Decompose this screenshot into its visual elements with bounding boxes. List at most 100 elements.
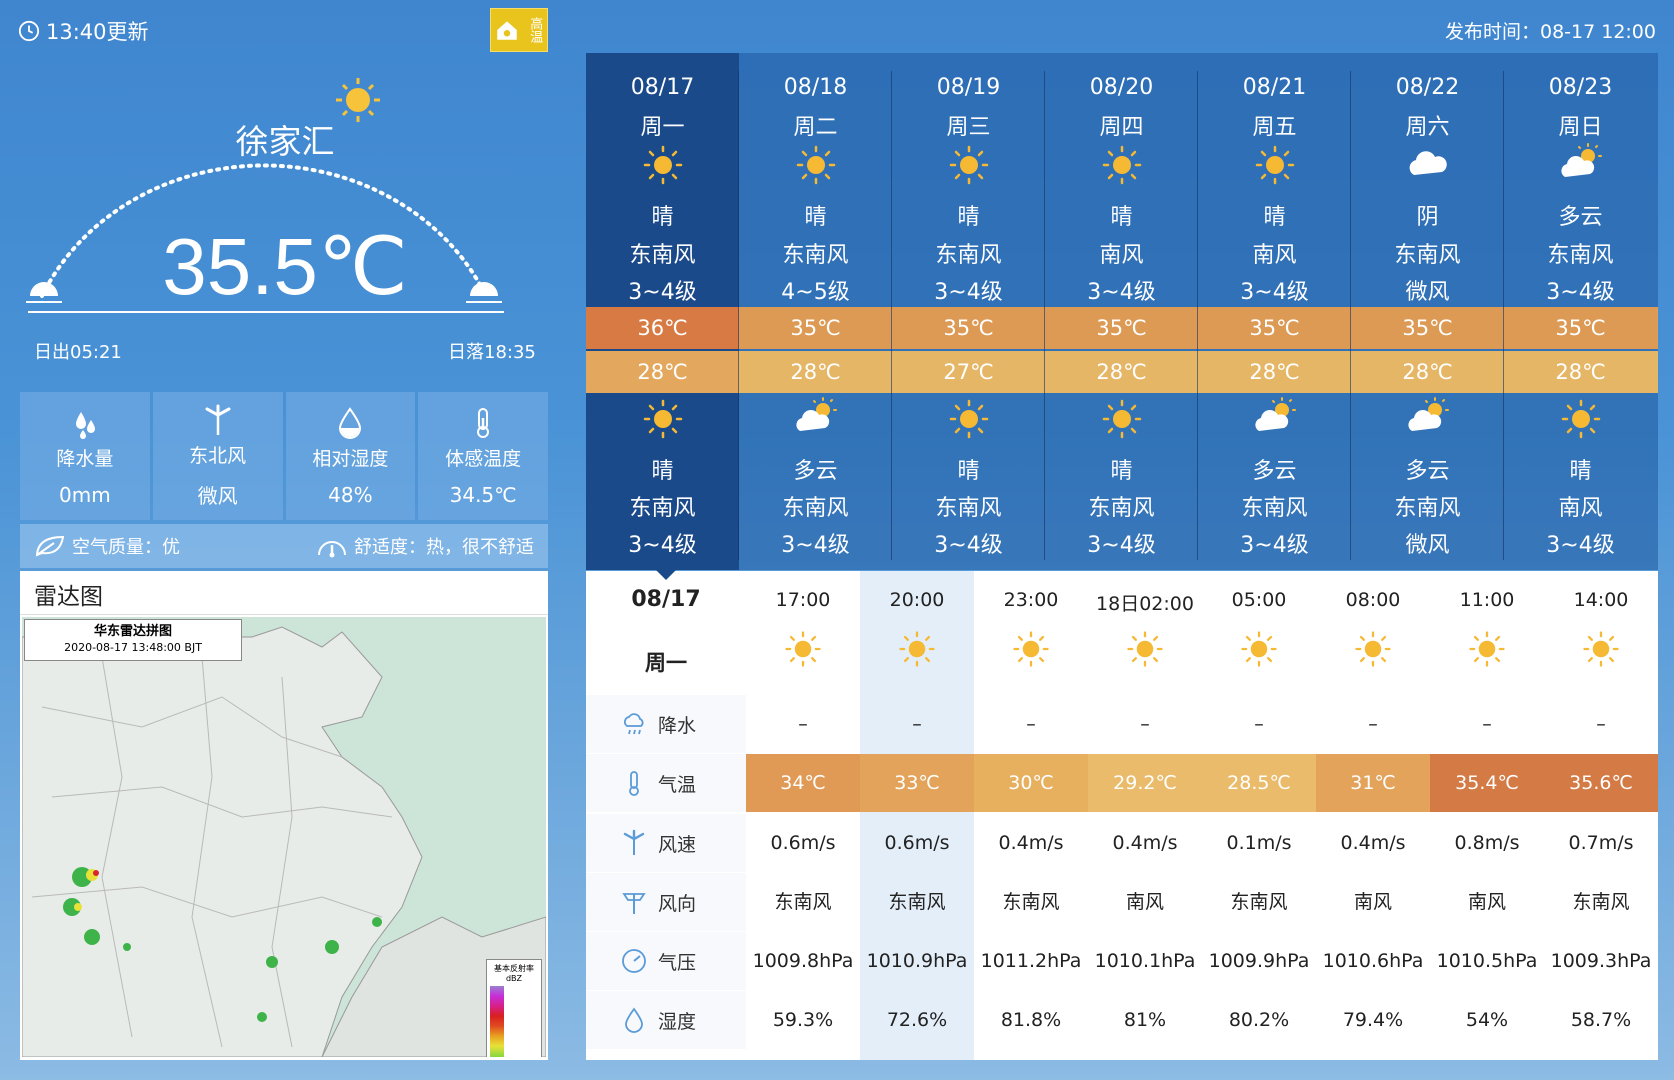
raindrops-icon (75, 411, 95, 439)
day-weather: 晴 (1110, 205, 1133, 230)
day-weekday: 周二 (793, 115, 838, 140)
day-column[interactable]: 08/21 周五 晴 南风 3~4级 35℃ 28℃ 多云 东南风 3~4级 (1198, 53, 1351, 570)
night-weather: 晴 (1110, 459, 1133, 484)
wind-turbine-icon (205, 404, 231, 435)
night-wind-level: 3~4级 (1087, 533, 1156, 558)
daily-forecast: 08/17 周一 晴 东南风 3~4级 36℃ 28℃ 晴 东南风 3~4级 0… (586, 53, 1658, 570)
hour-column[interactable]: 20:00 – 33℃ 0.6m/s 东南风 1010.9hPa 72.6% (860, 571, 974, 1060)
night-wind-direction: 南风 (1558, 496, 1603, 521)
radar-legend-unit: dBZ (505, 974, 523, 983)
row-label-text: 气压 (658, 951, 697, 974)
sun-icon (643, 145, 682, 185)
hour-column[interactable]: 17:00 – 34℃ 0.6m/s 东南风 1009.8hPa 59.3% (746, 571, 860, 1060)
hour-humidity: 58.7% (1570, 1009, 1632, 1031)
night-wind-level: 3~4级 (628, 533, 697, 558)
hour-column[interactable]: 14:00 – 35.6℃ 0.7m/s 东南风 1009.3hPa 58.7% (1544, 571, 1658, 1060)
radar-legend-title: 基本反射率 (494, 964, 534, 973)
day-column[interactable]: 08/23 周日 多云 东南风 3~4级 35℃ 28℃ 晴 南风 3~4级 (1504, 53, 1657, 570)
hour-column[interactable]: 11:00 – 35.4℃ 0.8m/s 南风 1010.5hPa 54% (1430, 571, 1544, 1060)
day-column[interactable]: 08/19 周三 晴 东南风 3~4级 35℃ 27℃ 晴 东南风 3~4级 (892, 53, 1045, 570)
current-metrics: 降水量 0mm 东北风 微风 相对湿度 48% 体感温度 34.5℃ (20, 392, 548, 520)
metric-value: 48% (328, 482, 373, 507)
hour-wind-speed: 0.1m/s (1226, 832, 1292, 854)
hour-time: 20:00 (889, 589, 945, 611)
day-wind-level: 3~4级 (934, 280, 1003, 305)
day-low-temp: 27℃ (892, 351, 1045, 393)
hour-temperature: 35.6℃ (1544, 754, 1658, 812)
radar-panel: 雷达图 华东雷达拼图 2020-08-17 13:48:00 BJT 基本反射率… (20, 571, 548, 1060)
day-date: 08/19 (936, 75, 1001, 100)
day-low-temp: 28℃ (1198, 351, 1351, 393)
hour-wind-speed: 0.8m/s (1454, 832, 1520, 854)
cloud-sun-icon (1560, 143, 1602, 177)
row-label-text: 风速 (658, 833, 697, 856)
hour-column[interactable]: 08:00 – 31℃ 0.4m/s 南风 1010.6hPa 79.4% (1316, 571, 1430, 1060)
day-date: 08/21 (1242, 75, 1307, 100)
day-date: 08/23 (1548, 75, 1613, 100)
wind-vane-icon (622, 893, 646, 914)
sun-icon (1561, 399, 1600, 439)
day-date: 08/20 (1089, 75, 1154, 100)
hour-temperature: 35.4℃ (1430, 754, 1544, 812)
metric-label: 东北风 (189, 445, 247, 467)
hour-humidity: 81.8% (1000, 1009, 1062, 1031)
day-low-temp: 28℃ (1045, 351, 1198, 393)
day-weather: 多云 (1558, 205, 1603, 230)
hour-humidity: 72.6% (886, 1009, 948, 1031)
hour-precipitation: – (912, 713, 922, 735)
day-column[interactable]: 08/18 周二 晴 东南风 4~5级 35℃ 28℃ 多云 东南风 3~4级 (739, 53, 892, 570)
hour-column[interactable]: 05:00 – 28.5℃ 0.1m/s 东南风 1009.9hPa 80.2% (1202, 571, 1316, 1060)
day-date: 08/18 (783, 75, 848, 100)
day-low-temp: 28℃ (739, 351, 892, 393)
hour-pressure: 1009.3hPa (1550, 950, 1652, 972)
hour-temperature: 29.2℃ (1088, 754, 1202, 812)
row-label-text: 降水 (658, 714, 697, 737)
sunrise-time: 日出05:21 (34, 342, 122, 363)
update-time: 13:40更新 (18, 16, 149, 46)
night-weather: 多云 (1405, 459, 1450, 484)
day-column[interactable]: 08/20 周四 晴 南风 3~4级 35℃ 28℃ 晴 东南风 3~4级 (1045, 53, 1198, 570)
metric-wind: 东北风 微风 (152, 392, 283, 520)
day-wind-level: 4~5级 (781, 280, 850, 305)
hour-column[interactable]: 23:00 – 30℃ 0.4m/s 东南风 1011.2hPa 81.8% (974, 571, 1088, 1060)
sunset-time: 日落18:35 (448, 342, 536, 363)
hour-column[interactable]: 18日02:00 – 29.2℃ 0.4m/s 南风 1010.1hPa 81% (1088, 571, 1202, 1060)
comfort: 舒适度：热，很不舒适 (316, 533, 534, 559)
radar-map-image (22, 626, 546, 1057)
day-weather: 晴 (957, 205, 980, 230)
day-wind-level: 3~4级 (628, 280, 697, 305)
rain-cloud-icon (624, 713, 644, 735)
day-wind-level: 3~4级 (1087, 280, 1156, 305)
gauge-icon (318, 541, 346, 558)
day-column[interactable]: 08/22 周六 阴 东南风 微风 35℃ 28℃ 多云 东南风 微风 (1351, 53, 1504, 570)
hour-precipitation: – (1254, 713, 1264, 735)
day-wind-level: 微风 (1405, 280, 1450, 305)
hour-humidity: 80.2% (1228, 1009, 1290, 1031)
clock-icon (18, 20, 40, 42)
humidity-drop-icon (625, 1007, 643, 1033)
hourly-date-header: 08/17 周一 (586, 570, 746, 706)
day-weather: 晴 (1263, 205, 1286, 230)
row-label-text: 湿度 (658, 1010, 697, 1033)
selected-day-pointer (656, 570, 676, 580)
current-temperature: 35.5℃ (162, 222, 408, 311)
sun-icon (1013, 631, 1049, 667)
warning-badge-text: 高温 (527, 17, 543, 43)
hour-wind-speed: 0.6m/s (884, 832, 950, 854)
hour-pressure: 1009.8hPa (752, 950, 854, 972)
radar-caption-title: 华东雷达拼图 (93, 624, 172, 639)
radar-map[interactable]: 华东雷达拼图 2020-08-17 13:48:00 BJT 基本反射率 dBZ (22, 617, 546, 1057)
radar-legend-scale (490, 986, 504, 1057)
day-high-temp: 35℃ (1504, 307, 1657, 349)
night-wind-level: 微风 (1405, 533, 1450, 558)
high-temperature-warning-badge[interactable]: 高温 (490, 8, 548, 52)
hour-precipitation: – (1140, 713, 1150, 735)
day-low-temp: 28℃ (1504, 351, 1657, 393)
hour-temperature: 31℃ (1316, 754, 1430, 812)
metric-humidity: 相对湿度 48% (285, 392, 416, 520)
day-column[interactable]: 08/17 周一 晴 东南风 3~4级 36℃ 28℃ 晴 东南风 3~4级 (586, 53, 739, 570)
hour-precipitation: – (798, 713, 808, 735)
sun-icon (1102, 145, 1141, 185)
hour-temperature: 28.5℃ (1202, 754, 1316, 812)
metric-value: 34.5℃ (449, 482, 517, 507)
